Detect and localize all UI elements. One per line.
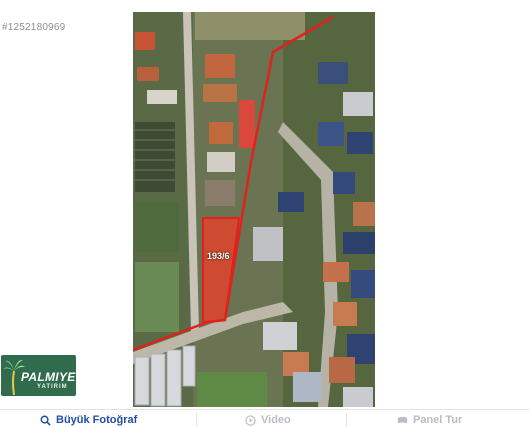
tab-big-photo-label: Büyük Fotoğraf — [56, 414, 138, 426]
watermark-logo: PALMIYE YATIRIM — [1, 355, 76, 396]
tab-panel-tour-label: Panel Tur — [413, 414, 463, 426]
tab-video-label: Video — [261, 414, 291, 426]
media-tabs: Büyük Fotoğraf Video Panel Tur — [0, 409, 529, 427]
watermark-brand: PALMIYE — [21, 370, 76, 384]
aerial-photo[interactable]: 193/6 — [133, 12, 375, 407]
panorama-icon — [397, 416, 408, 423]
aerial-map-illustration — [133, 12, 375, 407]
play-icon — [245, 414, 256, 426]
search-icon — [40, 415, 51, 426]
tab-video[interactable]: Video — [245, 413, 291, 427]
listing-id: #1252180969 — [2, 22, 66, 33]
tab-panel-tour[interactable]: Panel Tur — [397, 413, 462, 427]
tab-divider — [346, 413, 347, 427]
parcel-label: 193/6 — [207, 251, 230, 261]
tab-big-photo[interactable]: Büyük Fotoğraf — [40, 413, 137, 427]
tab-divider — [196, 413, 197, 427]
watermark-sub: YATIRIM — [37, 384, 68, 390]
